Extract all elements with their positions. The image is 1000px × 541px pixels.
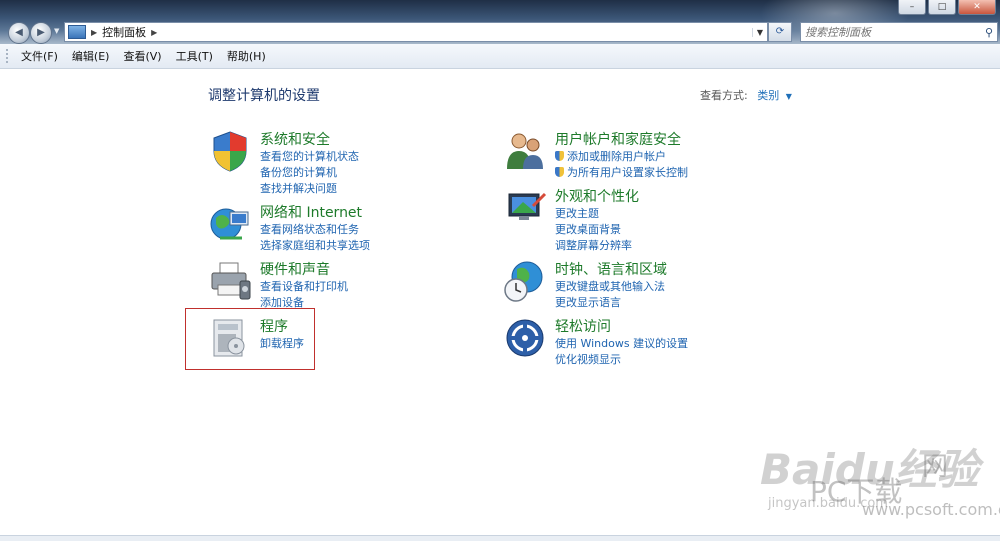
breadcrumb-control-panel[interactable]: 控制面板 — [102, 24, 146, 40]
category-link[interactable]: 选择家庭组和共享选项 — [260, 238, 370, 254]
title-bar: – □ ✕ ◀ ▶ ▼ ▶ 控制面板 ▶ ▼ ⟳ ⚲ — [0, 0, 1000, 44]
monitor-icon[interactable] — [503, 186, 547, 230]
watermark-url: www.pcsoft.com.cn — [862, 500, 1000, 519]
category-title[interactable]: 程序 — [260, 316, 288, 336]
category-link[interactable]: 为所有用户设置家长控制 — [555, 165, 688, 181]
refresh-button[interactable]: ⟳ — [768, 22, 792, 42]
menu-grip — [6, 49, 14, 63]
category-link[interactable]: 添加或删除用户帐户 — [555, 149, 688, 165]
close-button[interactable]: ✕ — [958, 0, 996, 15]
search-icon[interactable]: ⚲ — [981, 26, 997, 39]
menu-help[interactable]: 帮助(H) — [220, 48, 273, 64]
category-programs: 程序 卸载程序 — [208, 316, 308, 357]
category-title[interactable]: 网络和 Internet — [260, 202, 362, 222]
shield-icon[interactable] — [208, 129, 252, 173]
programs-icon[interactable] — [208, 316, 252, 360]
breadcrumb-separator-icon[interactable]: ▶ — [151, 28, 157, 37]
category-ease-of-access: 轻松访问 使用 Windows 建议的设置 优化视频显示 — [503, 316, 743, 368]
back-button[interactable]: ◀ — [8, 22, 30, 44]
forward-button[interactable]: ▶ — [30, 22, 52, 44]
recent-pages-dropdown[interactable]: ▼ — [54, 27, 59, 35]
category-link[interactable]: 更改键盘或其他输入法 — [555, 279, 665, 295]
menu-view[interactable]: 查看(V) — [116, 48, 168, 64]
category-title[interactable]: 时钟、语言和区域 — [555, 259, 667, 279]
arrow-right-icon: ▶ — [37, 27, 45, 38]
category-link[interactable]: 更改桌面背景 — [555, 222, 632, 238]
category-appearance: 外观和个性化 更改主题 更改桌面背景 调整屏幕分辨率 — [503, 186, 743, 252]
category-title[interactable]: 外观和个性化 — [555, 186, 639, 206]
arrow-left-icon: ◀ — [15, 27, 23, 38]
ease-of-access-icon[interactable] — [503, 316, 547, 360]
window-controls: – □ ✕ — [898, 0, 996, 18]
category-title[interactable]: 用户帐户和家庭安全 — [555, 129, 681, 149]
category-link[interactable]: 查看网络状态和任务 — [260, 222, 370, 238]
address-dropdown-icon[interactable]: ▼ — [752, 27, 767, 37]
category-link[interactable]: 更改主题 — [555, 206, 632, 222]
category-link[interactable]: 查看设备和打印机 — [260, 279, 348, 295]
watermark-wang: 网 — [922, 452, 949, 482]
category-title[interactable]: 系统和安全 — [260, 129, 330, 149]
search-input[interactable] — [801, 24, 981, 40]
category-hardware-sound: 硬件和声音 查看设备和打印机 添加设备 — [208, 259, 448, 309]
category-link[interactable]: 更改显示语言 — [555, 295, 665, 311]
category-link[interactable]: 查找并解决问题 — [260, 181, 359, 197]
category-link[interactable]: 调整屏幕分辨率 — [555, 238, 632, 254]
chevron-down-icon[interactable]: ▼ — [786, 92, 792, 101]
minimize-button[interactable]: – — [898, 0, 926, 15]
category-user-accounts: 用户帐户和家庭安全 添加或删除用户帐户 为所有用户设置家长控制 — [503, 129, 743, 181]
breadcrumb-separator-icon[interactable]: ▶ — [91, 28, 97, 37]
address-bar[interactable]: ▶ 控制面板 ▶ ▼ — [64, 22, 768, 42]
view-by: 查看方式: 类别 ▼ — [700, 87, 792, 103]
category-clock-language-region: 时钟、语言和区域 更改键盘或其他输入法 更改显示语言 — [503, 259, 743, 311]
category-title[interactable]: 轻松访问 — [555, 316, 611, 336]
view-by-dropdown[interactable]: 类别 — [757, 89, 779, 102]
maximize-button[interactable]: □ — [928, 0, 956, 15]
category-link[interactable]: 备份您的计算机 — [260, 165, 359, 181]
network-globe-icon[interactable] — [208, 202, 252, 246]
refresh-icon: ⟳ — [775, 26, 785, 37]
category-network-internet: 网络和 Internet 查看网络状态和任务 选择家庭组和共享选项 — [208, 202, 448, 254]
menu-tools[interactable]: 工具(T) — [169, 48, 220, 64]
status-bar — [0, 535, 1000, 541]
clock-globe-icon[interactable] — [503, 259, 547, 303]
menu-edit[interactable]: 编辑(E) — [65, 48, 117, 64]
category-link[interactable]: 优化视频显示 — [555, 352, 688, 368]
search-box[interactable]: ⚲ — [800, 22, 998, 42]
printer-icon[interactable] — [208, 259, 252, 303]
menu-file[interactable]: 文件(F) — [14, 48, 65, 64]
category-title[interactable]: 硬件和声音 — [260, 259, 330, 279]
menu-bar: 文件(F) 编辑(E) 查看(V) 工具(T) 帮助(H) — [0, 44, 1000, 69]
category-link[interactable]: 使用 Windows 建议的设置 — [555, 336, 688, 352]
category-link[interactable]: 查看您的计算机状态 — [260, 149, 359, 165]
category-link[interactable]: 卸载程序 — [260, 336, 304, 352]
users-icon[interactable] — [503, 129, 547, 173]
category-system-security: 系统和安全 查看您的计算机状态 备份您的计算机 查找并解决问题 — [208, 129, 448, 195]
control-panel-icon — [68, 25, 86, 39]
view-by-label: 查看方式: — [700, 89, 748, 102]
page-title: 调整计算机的设置 — [208, 88, 320, 104]
